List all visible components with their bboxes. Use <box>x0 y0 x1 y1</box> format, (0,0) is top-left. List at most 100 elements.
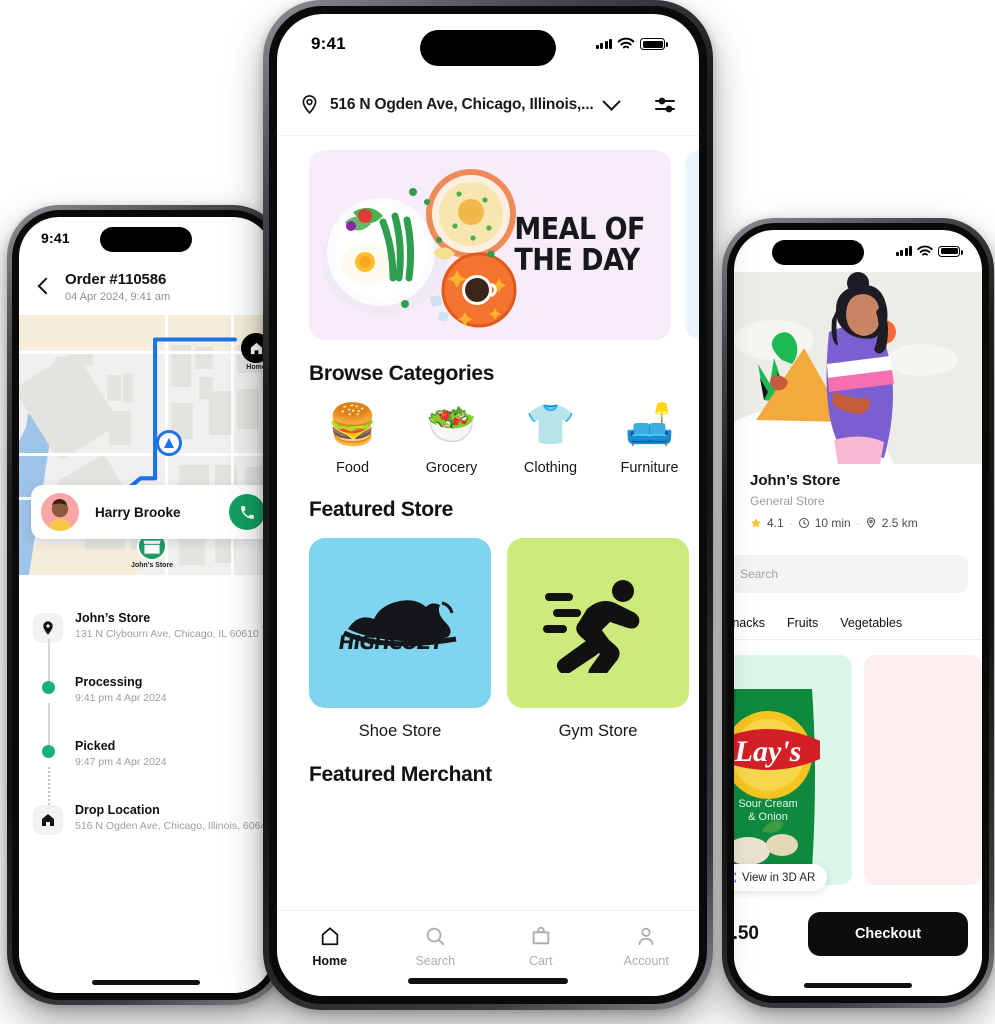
phone-mockup-stage: 9:41 Order #110586 04 Apr 2024, 9:41 am <box>0 0 995 1024</box>
timeline-title: Processing <box>75 675 143 689</box>
order-header: Order #110586 04 Apr 2024, 9:41 am <box>19 259 273 315</box>
location-pin-icon <box>302 95 317 115</box>
featured-store-row[interactable]: HIGHCOZY Shoe Store Gym Store <box>277 522 699 741</box>
meal-of-the-day-banner[interactable]: MEAL OF THE DAY <box>309 150 671 340</box>
left-phone-bezel: 9:41 Order #110586 04 Apr 2024, 9:41 am <box>12 210 280 1000</box>
avatar <box>41 493 79 531</box>
cart-total: 6.50 <box>734 923 759 944</box>
timeline-item-store: John’s Store 131 N Clybourn Ave, Chicago… <box>33 611 259 681</box>
search-input[interactable]: Search <box>734 555 968 593</box>
store-time: 10 min <box>814 516 851 530</box>
gym-store-tile[interactable] <box>507 538 689 708</box>
banner-carousel[interactable]: MEAL OF THE DAY <box>277 136 699 340</box>
status-time: 9:41 <box>311 34 346 53</box>
timeline-title: Drop Location <box>75 803 160 817</box>
cart-bar: 6.50 Checkout <box>734 898 982 970</box>
tab-home[interactable]: Home <box>277 925 383 968</box>
chevron-left-icon[interactable] <box>33 276 55 298</box>
featured-store-shoe[interactable]: HIGHCOZY Shoe Store <box>309 538 491 741</box>
chevron-down-icon[interactable] <box>602 92 622 111</box>
center-phone-screen: 9:41 516 N Ogden Ave, Chicago, Illinois,… <box>277 14 699 996</box>
category-row[interactable]: 🍔 Food 🥗 Grocery 👕 Clothing 🛋️ Furniture <box>277 386 699 476</box>
runner-icon <box>543 580 640 673</box>
ar-cube-icon <box>734 872 736 883</box>
store-info: John’s Store General Store 4.1 · 10 min … <box>734 464 982 530</box>
checkout-button[interactable]: Checkout <box>808 912 968 956</box>
clock-icon <box>798 518 809 528</box>
right-phone-bezel: John’s Store General Store 4.1 · 10 min … <box>727 223 989 1003</box>
meta-separator: · <box>855 516 860 530</box>
category-clothing[interactable]: 👕 Clothing <box>501 402 600 476</box>
wifi-icon <box>617 37 635 49</box>
page-title: Order #110586 <box>65 271 167 289</box>
category-grocery[interactable]: 🥗 Grocery <box>402 402 501 476</box>
salad-bowl-icon: 🥗 <box>426 403 477 447</box>
tab-account[interactable]: Account <box>594 925 700 968</box>
chip-vegetables[interactable]: Vegetables <box>840 616 902 630</box>
battery-icon <box>938 245 963 257</box>
timeline-subtitle: 9:41 pm 4 Apr 2024 <box>75 692 167 704</box>
store-rating: 4.1 <box>767 516 784 530</box>
store-category: General Store <box>750 494 825 508</box>
view-in-3d-ar-button[interactable]: View in 3D AR <box>734 864 828 891</box>
product-card-placeholder[interactable] <box>863 655 982 885</box>
home-indicator <box>804 983 912 988</box>
meal-illustration <box>322 169 517 328</box>
tab-cart[interactable]: Cart <box>488 925 594 968</box>
filter-sliders-icon[interactable] <box>653 93 677 117</box>
tshirt-icon: 👕 <box>525 403 576 447</box>
tab-label: Home <box>312 954 348 968</box>
chip-snacks[interactable]: Snacks <box>734 616 765 630</box>
highcozy-logo: HIGHCOZY <box>337 600 457 654</box>
banner-title-line2: THE DAY <box>514 243 640 278</box>
svg-text:& Onion: & Onion <box>748 811 788 823</box>
map-store-label: John's Store <box>130 562 174 569</box>
shoe-store-tile[interactable]: HIGHCOZY <box>309 538 491 708</box>
svg-text:Sour Cream: Sour Cream <box>738 798 797 810</box>
dynamic-island <box>420 30 556 66</box>
status-icons <box>895 245 963 258</box>
svg-text:Lay's: Lay's <box>734 735 801 768</box>
right-phone-device: John’s Store General Store 4.1 · 10 min … <box>722 218 994 1008</box>
timeline-subtitle: 516 N Ogden Ave, Chicago, Illinois, 6064… <box>75 820 273 832</box>
tab-label: Account <box>623 954 669 968</box>
wifi-icon <box>917 245 933 256</box>
timeline-item-processing: Processing 9:41 pm 4 Apr 2024 <box>33 675 259 745</box>
svg-text:HIGHCOZY: HIGHCOZY <box>337 631 447 654</box>
star-icon <box>751 518 761 528</box>
address-bar[interactable]: 516 N Ogden Ave, Chicago, Illinois,... <box>277 74 699 136</box>
section-title-featured-store: Featured Store <box>309 498 453 521</box>
category-label: Grocery <box>425 460 478 476</box>
home-indicator <box>408 978 568 984</box>
chip-fruits[interactable]: Fruits <box>787 616 818 630</box>
banner-next[interactable] <box>685 150 699 340</box>
status-time: 9:41 <box>41 230 70 246</box>
home-scroll-area[interactable]: MEAL OF THE DAY Browse Categories 🍔 Food <box>277 136 699 910</box>
banner-title-line1: MEAL OF <box>514 211 645 247</box>
product-card-lays[interactable]: Lay's Sour Cream & Onion <box>734 655 852 885</box>
burger-icon: 🍔 <box>327 403 378 447</box>
timeline-subtitle: 131 N Clybourn Ave, Chicago, IL 60610 <box>75 628 259 640</box>
left-phone-screen: 9:41 Order #110586 04 Apr 2024, 9:41 am <box>19 217 273 993</box>
featured-store-label: Gym Store <box>558 722 638 740</box>
signal-icon <box>595 39 612 49</box>
featured-store-gym[interactable]: Gym Store <box>507 538 689 741</box>
battery-icon <box>640 38 668 50</box>
phone-icon[interactable] <box>229 494 265 530</box>
status-icons <box>595 37 668 51</box>
courier-card[interactable]: Harry Brooke <box>31 485 273 539</box>
signal-icon <box>895 246 912 256</box>
home-icon <box>321 927 338 946</box>
category-furniture[interactable]: 🛋️ Furniture <box>600 402 699 476</box>
category-label: Food <box>335 460 370 476</box>
tab-label: Cart <box>528 954 553 968</box>
tab-search[interactable]: Search <box>383 925 489 968</box>
center-phone-device: 9:41 516 N Ogden Ave, Chicago, Illinois,… <box>263 0 713 1010</box>
dynamic-island <box>100 227 192 252</box>
category-chips[interactable]: Snacks Fruits Vegetables <box>734 606 982 640</box>
store-meta: 4.1 · 10 min · 2.5 km <box>750 516 966 530</box>
section-title-categories: Browse Categories <box>309 362 495 385</box>
category-food[interactable]: 🍔 Food <box>303 402 402 476</box>
store-hero-illustration <box>734 272 982 464</box>
person-icon <box>638 927 654 946</box>
